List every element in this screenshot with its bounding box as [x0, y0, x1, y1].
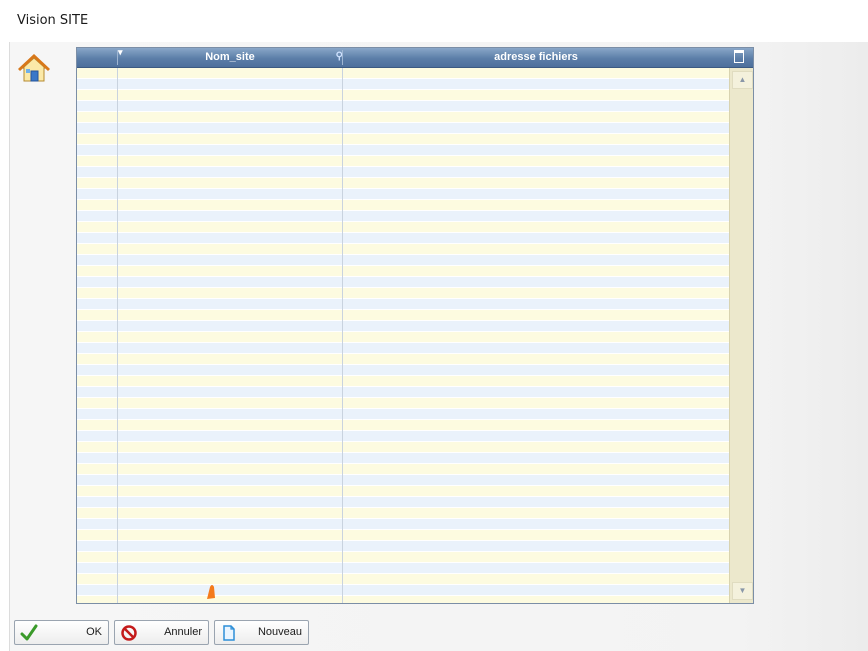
column-chooser-icon[interactable] — [734, 50, 744, 63]
column-header-nom-site-label: Nom_site — [205, 51, 255, 63]
window-title: Vision SITE — [17, 13, 89, 28]
table-header: ▾ Nom_site ⚲ adresse fichiers — [77, 48, 753, 68]
no-entry-icon — [121, 625, 137, 641]
new-document-icon — [223, 625, 235, 641]
cancel-button[interactable]: Annuler — [114, 620, 209, 645]
cursor-marker — [207, 585, 215, 599]
row-selector-header[interactable]: ▾ — [77, 48, 123, 67]
column-header-nom-site[interactable]: Nom_site ⚲ — [118, 48, 343, 67]
ok-button-label: OK — [86, 626, 102, 638]
vertical-scrollbar[interactable]: ▲ ▼ — [729, 68, 753, 603]
house-icon[interactable] — [16, 50, 52, 86]
column-divider — [342, 68, 343, 603]
column-header-adresse-fichiers[interactable]: adresse fichiers — [343, 48, 729, 67]
column-header-adresse-fichiers-label: adresse fichiers — [494, 51, 578, 63]
column-divider — [117, 68, 118, 603]
scroll-up-button[interactable]: ▲ — [732, 71, 753, 89]
scroll-down-button[interactable]: ▼ — [732, 582, 753, 600]
checkmark-icon — [20, 624, 38, 641]
cancel-button-label: Annuler — [164, 626, 202, 638]
sites-table[interactable]: ▾ Nom_site ⚲ adresse fichiers ▲ ▼ — [76, 47, 754, 604]
title-bar: Vision SITE — [0, 0, 868, 42]
ok-button[interactable]: OK — [14, 620, 109, 645]
new-button[interactable]: Nouveau — [214, 620, 309, 645]
table-rows[interactable] — [77, 68, 729, 603]
new-button-label: Nouveau — [257, 626, 302, 638]
